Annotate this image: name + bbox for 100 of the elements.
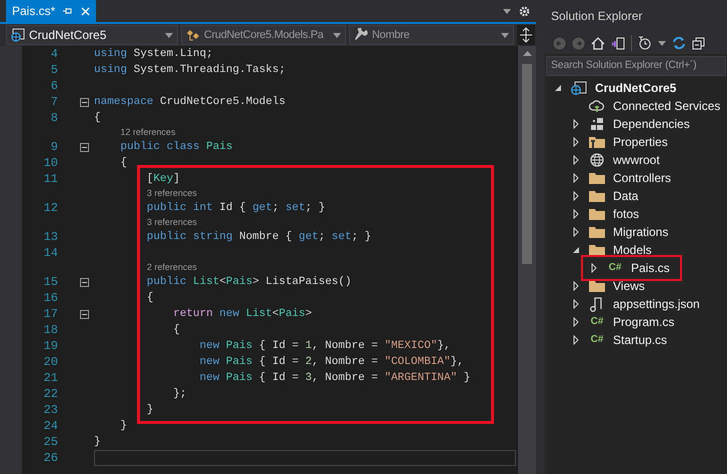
code-line: new Pais { Id = 3, Nombre = "ARGENTINA" } [198,370,472,386]
vertical-scrollbar[interactable] [518,46,536,474]
collapse-all-icon[interactable] [692,36,705,50]
tree-item[interactable]: CrudNetCore5 [595,79,676,97]
collapse-code-icon[interactable] [80,98,89,106]
folder-icon [589,172,605,184]
folder-icon [589,208,605,220]
tree-item[interactable]: Controllers [613,169,672,187]
tab-list-caret-icon [503,8,511,14]
split-icon[interactable] [517,25,535,45]
code-line: new Pais { Id = 2, Nombre = "COLOMBIA"}, [198,354,465,370]
tree-item[interactable]: Models [613,241,652,259]
line-number: 8 [50,112,58,124]
collapse-arrow-icon[interactable] [571,245,581,255]
references-label[interactable]: 3 references [146,189,197,198]
switch-views-icon[interactable] [611,36,625,50]
line-number: 24 [42,420,58,432]
globe-icon [589,153,605,167]
line-number: 20 [42,356,58,368]
code-line: { [119,156,128,171]
references-label[interactable]: 12 references [120,128,176,137]
line-number: 5 [50,64,58,76]
class-icon [186,28,200,42]
scroll-up-icon[interactable] [522,51,532,56]
line-number: 23 [42,404,58,416]
code-line: { [146,290,154,306]
tree-item[interactable]: wwwroot [613,151,660,169]
code-line: public string Nombre { get; set; } [146,230,372,245]
dropdown-caret-icon [165,32,173,38]
code-line: { [94,110,102,126]
navigation-dropdown[interactable]: Nombre [349,25,514,45]
dependencies-icon [589,117,605,131]
dropdown-caret-icon [333,32,341,38]
collapse-code-icon[interactable] [80,310,89,318]
folder-icon [589,280,605,292]
pin-icon[interactable] [63,6,74,16]
line-number: 26 [42,452,58,464]
tree-item[interactable]: Views [613,277,645,295]
tree-item[interactable]: Pais.cs [631,259,670,277]
code-line: public class Pais [119,140,234,155]
code-line: { [172,322,181,338]
line-number: 25 [42,436,58,448]
cloud-plug-icon [589,99,605,113]
folder-icon [589,190,605,202]
home-icon[interactable] [591,36,605,50]
navigation-dropdown[interactable]: CrudNetCore5 [6,25,178,45]
code-line: public int Id { get; set; } [146,200,326,216]
references-label[interactable]: 2 references [146,263,197,272]
csharp-file-icon: C# [608,263,622,273]
tree-item[interactable]: fotos [613,205,640,223]
tree-item[interactable]: Program.cs [613,313,674,331]
code-line: }; [172,386,188,402]
wrench-icon [354,28,368,42]
csharp-file-icon: C# [590,335,604,345]
line-number: 18 [42,324,58,336]
code-line: public List<Pais> ListaPaises() [146,274,352,290]
project-globe-icon [11,28,25,42]
tree-item[interactable]: Properties [613,133,668,151]
line-number: 21 [42,372,58,384]
tree-item[interactable]: Migrations [613,223,668,241]
line-number: 11 [42,173,58,185]
line-number: 9 [50,141,58,153]
refresh-icon[interactable] [672,36,686,50]
line-number: 4 [50,48,58,60]
wrench-folder-icon [589,135,605,149]
navigation-dropdown[interactable]: CrudNetCore5.Models.Pa [181,25,346,45]
tree-item[interactable]: Startup.cs [613,331,668,349]
line-number: 12 [42,202,58,214]
dropdown-caret-icon [501,32,509,38]
line-number: 7 [50,96,58,108]
code-line: } [94,434,102,450]
tree-item[interactable]: appsettings.json [613,295,700,313]
tree-item[interactable]: Dependencies [613,115,690,133]
line-number: 19 [42,340,58,352]
clock-icon[interactable] [638,36,652,50]
line-number: 13 [42,231,58,243]
settings-icon[interactable] [519,6,530,16]
line-number: 6 [50,80,58,92]
collapse-arrow-icon[interactable] [553,83,563,93]
collapse-code-icon[interactable] [80,278,89,286]
code-line: [Key] [146,172,181,187]
folder-icon [589,244,605,256]
collapse-code-icon[interactable] [80,142,89,152]
code-line: } [119,418,128,434]
code-line: } [146,402,154,418]
close-icon[interactable] [81,6,90,16]
tree-item[interactable]: Connected Services [613,97,720,115]
code-line: new Pais { Id = 1, Nombre = "MEXICO"}, [198,338,452,354]
code-line: using System.Threading.Tasks; [94,62,286,78]
project-globe-icon [571,81,587,95]
csharp-file-icon: C# [590,317,604,327]
references-label[interactable]: 3 references [146,218,197,227]
line-number: 10 [42,157,58,169]
tree-item[interactable]: Data [613,187,638,205]
search-field[interactable]: Search Solution Explorer (Ctrl+´) [546,56,726,76]
line-number: 15 [42,276,58,288]
scroll-thumb[interactable] [522,64,532,264]
code-line: namespace CrudNetCore5.Models [94,94,286,110]
code-line: return new List<Pais> [172,306,313,322]
editor-tab[interactable]: Pais.cs* [6,0,96,22]
